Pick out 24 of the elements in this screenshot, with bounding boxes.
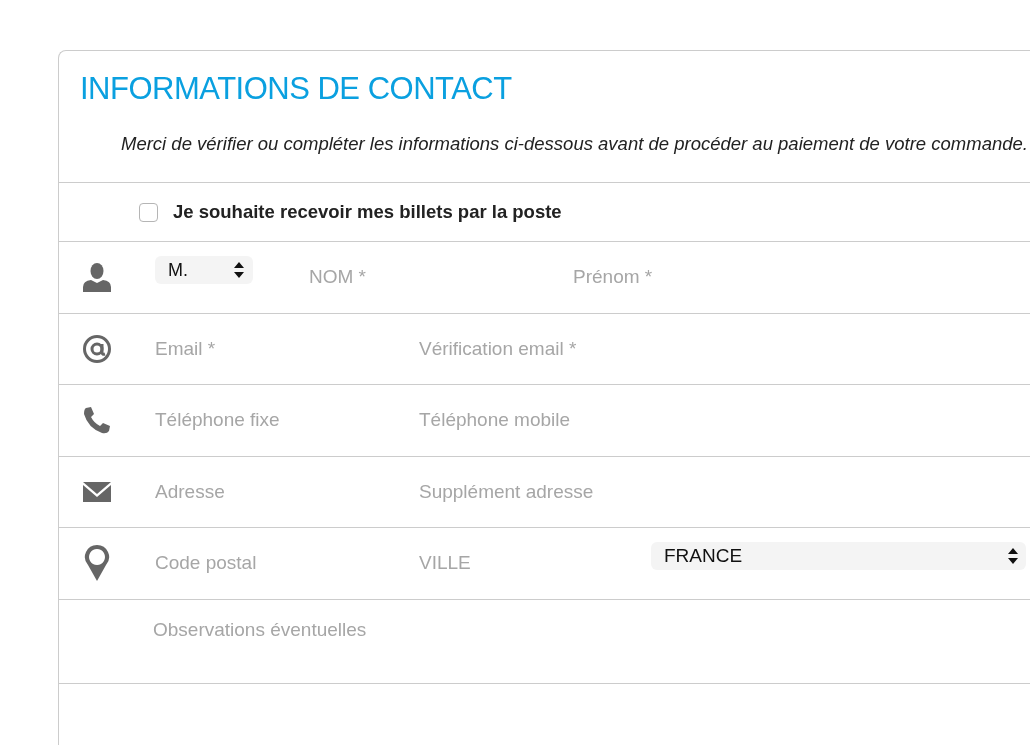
text-field[interactable]: Téléphone mobile — [419, 400, 651, 441]
country-select[interactable]: FRANCE — [651, 542, 1026, 571]
observations-field[interactable]: Observations éventuelles — [153, 615, 1013, 676]
checkbox[interactable] — [139, 202, 158, 222]
intro-text: Merci de vérifier ou compléter les informations ci-dessous avant de procéder au paiement de votre commande. — [120, 132, 1029, 156]
text-field[interactable]: NOM * — [309, 257, 573, 298]
text-field[interactable]: Adresse — [155, 471, 419, 512]
checkbox-label: Je souhaite recevoir mes billets par la poste — [173, 200, 562, 225]
text-field[interactable]: Prénom * — [573, 257, 813, 298]
section-title: INFORMATIONS DE CONTACT — [80, 71, 513, 107]
text-field[interactable]: Téléphone fixe — [155, 400, 419, 441]
text-field[interactable]: Email * — [155, 328, 419, 369]
text-field[interactable]: Supplément adresse — [419, 471, 651, 512]
phone-icon — [82, 405, 112, 436]
map-pin-icon — [84, 544, 110, 583]
text-field[interactable]: VILLE — [419, 543, 651, 584]
text-field[interactable]: Code postal — [155, 543, 419, 584]
up-down-arrows-icon — [1008, 548, 1018, 565]
envelope-icon — [82, 480, 112, 503]
up-down-arrows-icon — [234, 262, 244, 279]
person-icon — [82, 262, 112, 293]
text-field[interactable]: Vérification email * — [419, 328, 651, 369]
at-sign-icon — [82, 333, 112, 364]
civility-select[interactable]: M. — [155, 256, 253, 285]
